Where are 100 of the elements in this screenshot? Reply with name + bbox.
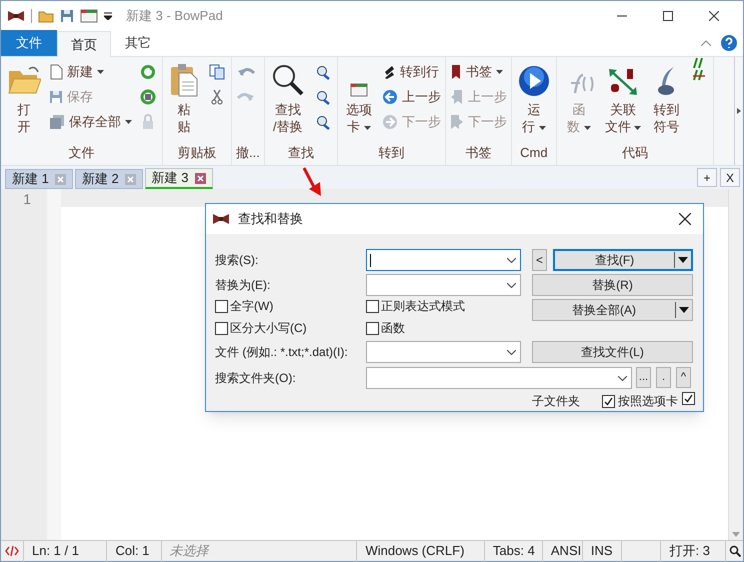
ribbon-button[interactable]: 上一步 — [382, 86, 441, 108]
checkbox[interactable]: 按照选项卡 — [602, 392, 678, 410]
checkbox[interactable]: 正则表达式模式 — [366, 297, 465, 315]
chevron-down-icon — [507, 282, 516, 288]
document-icon — [49, 64, 63, 80]
scroll-right-icon — [737, 108, 741, 114]
bow-tie-icon — [7, 10, 25, 22]
document-tab[interactable]: 新建 2 — [74, 169, 143, 189]
ribbon-button[interactable]: 书签 — [450, 61, 507, 83]
caret-icon — [125, 120, 132, 124]
dialog-title: 查找和替换 — [238, 210, 303, 228]
dropdown-arrow-icon — [678, 257, 688, 263]
dialog-button[interactable]: 查找文件(L) — [532, 341, 693, 363]
caret-icon — [97, 70, 104, 74]
folder-icon — [38, 9, 54, 23]
search-icon — [270, 63, 305, 97]
back-arrow-icon — [382, 89, 398, 105]
dialog-button[interactable]: 替换(R) — [532, 274, 693, 296]
ribbon-tab[interactable]: 文件 — [1, 30, 57, 56]
chevron-down-icon — [507, 258, 516, 262]
status-field: 打开: 3 — [660, 540, 726, 562]
caret-icon — [634, 126, 642, 130]
forward-arrow-icon — [382, 114, 398, 130]
checkbox[interactable]: 区分大小写(C) — [215, 319, 307, 337]
field-label: 文件 (例如.: *.txt;*.dat)(I): — [215, 344, 348, 361]
ribbon-button[interactable]: 选项 卡 — [342, 61, 376, 135]
field-label: 替换为(E): — [215, 277, 270, 294]
dialog-button[interactable]: 查找(F) — [553, 249, 693, 271]
option-label: 子文件夹 — [532, 393, 580, 410]
close-icon — [194, 172, 206, 184]
scroll-down-icon — [732, 532, 740, 537]
ribbon-button[interactable]: 保存全部 — [49, 111, 132, 133]
group-label: 转到 — [377, 144, 406, 162]
back-button[interactable]: < — [532, 249, 547, 271]
group-label: 代码 — [621, 144, 650, 162]
field-label: 搜索(S): — [215, 252, 258, 269]
folder-button[interactable]: ^ — [676, 367, 691, 388]
combo-box[interactable] — [366, 249, 521, 271]
group-label: Cmd — [519, 144, 549, 162]
dialog-button[interactable]: 替换全部(A) — [532, 299, 693, 321]
status-field: 未选择 — [160, 540, 356, 562]
check-icon — [604, 396, 613, 406]
close-icon — [709, 11, 719, 21]
ribbon-button[interactable]: 转到行 — [382, 61, 441, 83]
window-icon — [350, 83, 368, 97]
status-field: Tabs: 4 — [484, 540, 542, 562]
document-tab[interactable]: 新建 1 — [5, 169, 73, 189]
chevron-down-icon — [618, 376, 627, 380]
double-arrow-icon — [607, 67, 640, 97]
line-number: 1 — [23, 190, 31, 208]
tab-bar-button[interactable]: + — [697, 168, 717, 187]
dropdown-arrow-icon — [679, 307, 689, 313]
checkbox[interactable]: 函数 — [366, 319, 405, 337]
field-label: 搜索文件夹(O): — [215, 370, 296, 387]
floppy-disks-icon — [49, 114, 65, 130]
ribbon-button[interactable]: 新建 — [49, 61, 132, 83]
close-icon — [679, 213, 691, 225]
caret-icon — [496, 70, 503, 74]
group-label: 书签 — [464, 144, 492, 162]
bookmark-next-icon — [450, 114, 464, 130]
bookmark-icon — [450, 64, 462, 80]
group-label: 文件 — [68, 144, 96, 162]
ribbon-tab[interactable]: 其它 — [111, 30, 165, 56]
status-field: Col: 1 — [106, 540, 161, 562]
reload-icon — [140, 64, 156, 80]
check-icon — [684, 394, 693, 403]
bow-tie-icon — [212, 213, 230, 225]
status-field: INS — [582, 540, 622, 562]
chevron-down-icon — [507, 350, 516, 354]
document-tab[interactable]: 新建 3 — [144, 168, 213, 189]
folder-button[interactable]: . — [656, 367, 671, 388]
redo-icon — [237, 90, 255, 104]
group-label: 剪贴板 — [176, 144, 218, 162]
group-label: 查找 — [286, 144, 315, 162]
folder-button[interactable]: ... — [636, 367, 651, 388]
tab-bar-button[interactable]: X — [720, 168, 740, 187]
ribbon-button[interactable]: 运 行 — [516, 61, 552, 135]
lock-icon — [141, 114, 155, 130]
code-icon — [5, 546, 19, 556]
help-icon — [721, 35, 737, 51]
ribbon-tab[interactable]: 首页 — [57, 31, 111, 57]
ribbon-button[interactable]: 关联 文件 — [602, 61, 644, 135]
customize-arrow-icon — [104, 12, 112, 20]
group-label: 撤... — [236, 144, 260, 162]
disk-refresh-icon — [140, 89, 156, 105]
search-icon — [728, 545, 741, 557]
ribbon-button[interactable]: 转到 符号 — [649, 61, 684, 135]
ribbon-button[interactable]: 查找 /替换 — [268, 61, 307, 135]
close-icon — [54, 174, 66, 184]
caret-icon — [364, 126, 371, 130]
caret-icon — [538, 126, 546, 130]
search-button[interactable] — [725, 540, 743, 562]
bookmark-back-icon — [450, 89, 464, 105]
caret-icon — [584, 126, 591, 130]
search-option-icon — [314, 114, 331, 130]
maximize-icon — [663, 11, 673, 21]
checkbox[interactable] — [682, 392, 695, 405]
ribbon-button[interactable]: 打 开 — [5, 61, 43, 135]
checkbox[interactable]: 全字(W) — [215, 297, 274, 315]
ribbon-button[interactable]: 粘 贴 — [167, 61, 201, 135]
